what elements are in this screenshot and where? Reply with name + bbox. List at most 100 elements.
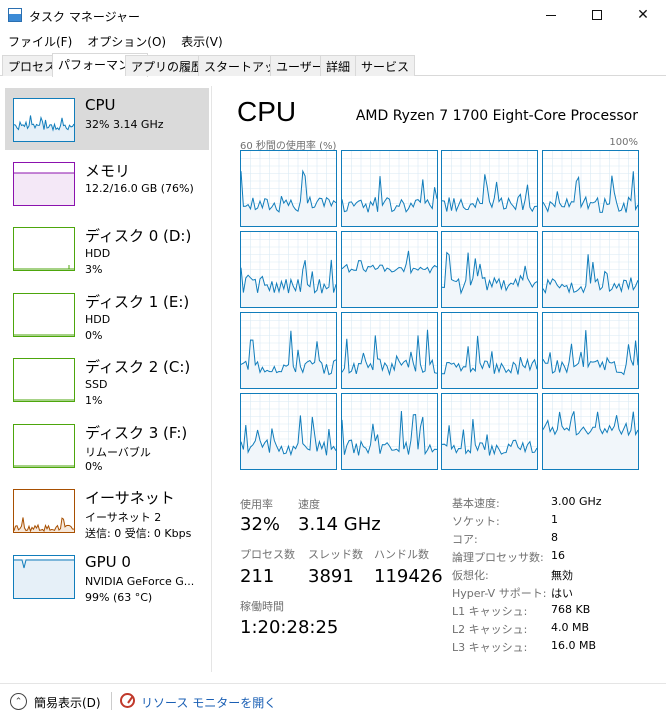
menu-bar: ファイル(F) オプション(O) 表示(V) bbox=[0, 30, 230, 52]
uptime-label: 稼働時間 bbox=[240, 600, 284, 613]
sidebar-item-value: 0% bbox=[85, 329, 103, 342]
spec-virtualization-value: 無効 bbox=[551, 569, 573, 582]
graph-max-label: 100% bbox=[609, 137, 638, 148]
processes-value: 211 bbox=[240, 566, 275, 587]
sidebar-item-title: ディスク 3 (F:) bbox=[85, 424, 188, 442]
maximize-button[interactable] bbox=[574, 0, 620, 30]
logical-processor-graph bbox=[240, 393, 337, 470]
spec-hyperv-value: はい bbox=[551, 587, 573, 600]
sidebar-item-memory[interactable]: メモリ 12.2/16.0 GB (76%) bbox=[5, 152, 209, 214]
fewer-details-button[interactable]: 簡易表示(D) bbox=[34, 694, 101, 711]
sidebar-item-title: ディスク 1 (E:) bbox=[85, 293, 190, 311]
sidebar-item-value: 3% bbox=[85, 263, 103, 276]
title-bar[interactable]: タスク マネージャー ✕ bbox=[0, 0, 666, 30]
chevron-up-icon[interactable]: ⌃ bbox=[10, 693, 27, 710]
sidebar-item-title: ディスク 0 (D:) bbox=[85, 227, 192, 245]
disk-thumbnail-graph bbox=[13, 424, 75, 468]
sidebar-item-title: CPU bbox=[85, 96, 116, 114]
spec-l1-cache-key: L1 キャッシュ: bbox=[452, 605, 528, 618]
handles-label: ハンドル数 bbox=[374, 548, 429, 561]
logical-processor-graph bbox=[541, 393, 639, 470]
sidebar-item-disk-0[interactable]: ディスク 0 (D:) HDD 3% bbox=[5, 217, 209, 279]
sidebar-item-title: GPU 0 bbox=[85, 553, 131, 571]
tab-app-history[interactable]: アプリの履歴 bbox=[125, 55, 210, 76]
logical-processor-graph bbox=[541, 150, 639, 227]
logical-processor-graph bbox=[441, 231, 538, 308]
tab-services[interactable]: サービス bbox=[355, 55, 416, 76]
disk-thumbnail-graph bbox=[13, 358, 75, 402]
memory-thumbnail-graph bbox=[13, 162, 75, 206]
usage-value: 32% bbox=[240, 514, 281, 535]
sidebar-item-gpu[interactable]: GPU 0 NVIDIA GeForce G... 99% (63 °C) bbox=[5, 545, 209, 607]
close-button[interactable]: ✕ bbox=[620, 0, 666, 30]
spec-l3-cache-key: L3 キャッシュ: bbox=[452, 641, 528, 654]
spec-cores-key: コア: bbox=[452, 533, 478, 546]
spec-sockets-value: 1 bbox=[551, 513, 558, 526]
sidebar-item-subtitle: HDD bbox=[85, 247, 111, 260]
disk-thumbnail-graph bbox=[13, 227, 75, 271]
sidebar-item-title: イーサネット bbox=[85, 489, 175, 507]
usage-label: 使用率 bbox=[240, 498, 273, 511]
open-resource-monitor-link[interactable]: リソース モニターを開く bbox=[141, 694, 276, 711]
spec-base-speed-value: 3.00 GHz bbox=[551, 495, 602, 508]
processes-label: プロセス数 bbox=[240, 548, 295, 561]
sidebar-item-value: 送信: 0 受信: 0 Kbps bbox=[85, 527, 192, 540]
disk-thumbnail-graph bbox=[13, 293, 75, 337]
sidebar-item-disk-3[interactable]: ディスク 3 (F:) リムーバブル 0% bbox=[5, 414, 209, 476]
spec-logical-processors-key: 論理プロセッサ数: bbox=[452, 551, 544, 564]
logical-processor-graph bbox=[340, 150, 438, 227]
footer-separator bbox=[111, 692, 112, 710]
speed-value: 3.14 GHz bbox=[298, 514, 381, 535]
cpu-model-name: AMD Ryzen 7 1700 Eight-Core Processor bbox=[355, 108, 638, 124]
sidebar-item-cpu[interactable]: CPU 32% 3.14 GHz bbox=[5, 88, 209, 150]
minimize-button[interactable] bbox=[528, 0, 574, 30]
resource-sidebar: CPU 32% 3.14 GHz メモリ 12.2/16.0 GB (76%) … bbox=[0, 86, 212, 672]
sidebar-item-value: 0% bbox=[85, 460, 103, 473]
minimize-icon bbox=[546, 14, 556, 16]
sidebar-item-subtitle: NVIDIA GeForce G... bbox=[85, 575, 195, 588]
ethernet-thumbnail-graph bbox=[13, 489, 75, 533]
sidebar-item-value: 99% (63 °C) bbox=[85, 591, 153, 604]
close-icon: ✕ bbox=[637, 7, 649, 23]
logical-processor-graph bbox=[441, 312, 538, 389]
maximize-icon bbox=[592, 10, 602, 20]
uptime-value: 1:20:28:25 bbox=[240, 617, 339, 638]
sidebar-item-subtitle: 12.2/16.0 GB (76%) bbox=[85, 182, 194, 195]
spec-l1-cache-value: 768 KB bbox=[551, 603, 591, 616]
logical-processor-graph bbox=[340, 312, 438, 389]
menu-file[interactable]: ファイル(F) bbox=[0, 30, 79, 52]
logical-processor-graph bbox=[541, 312, 639, 389]
logical-processor-graph bbox=[340, 231, 438, 308]
logical-processor-graphs[interactable] bbox=[240, 150, 639, 472]
window-title: タスク マネージャー bbox=[29, 10, 140, 24]
spec-l2-cache-key: L2 キャッシュ: bbox=[452, 623, 528, 636]
sidebar-item-value: 1% bbox=[85, 394, 103, 407]
tab-bar: プロセス パフォーマンス アプリの履歴 スタートアップ ユーザー 詳細 サービス bbox=[0, 53, 666, 77]
logical-processor-graph bbox=[240, 312, 337, 389]
cpu-thumbnail-graph bbox=[13, 98, 75, 142]
logical-processor-graph bbox=[240, 231, 337, 308]
sidebar-item-title: ディスク 2 (C:) bbox=[85, 358, 191, 376]
footer-bar: ⌃ 簡易表示(D) リソース モニターを開く bbox=[0, 683, 666, 725]
sidebar-item-disk-1[interactable]: ディスク 1 (E:) HDD 0% bbox=[5, 283, 209, 345]
sidebar-item-disk-2[interactable]: ディスク 2 (C:) SSD 1% bbox=[5, 348, 209, 410]
spec-l3-cache-value: 16.0 MB bbox=[551, 639, 597, 652]
spec-logical-processors-value: 16 bbox=[551, 549, 565, 562]
sidebar-item-subtitle: HDD bbox=[85, 313, 111, 326]
menu-options[interactable]: オプション(O) bbox=[79, 30, 173, 52]
tab-details[interactable]: 詳細 bbox=[320, 55, 357, 76]
spec-hyperv-key: Hyper-V サポート: bbox=[452, 587, 547, 600]
spec-virtualization-key: 仮想化: bbox=[452, 569, 489, 582]
menu-view[interactable]: 表示(V) bbox=[173, 30, 230, 52]
sidebar-item-ethernet[interactable]: イーサネット イーサネット 2 送信: 0 受信: 0 Kbps bbox=[5, 479, 209, 541]
sidebar-item-subtitle: 32% 3.14 GHz bbox=[85, 118, 164, 131]
sidebar-item-subtitle: SSD bbox=[85, 378, 108, 391]
page-title: CPU bbox=[237, 96, 297, 127]
gpu-thumbnail-graph bbox=[13, 555, 75, 599]
spec-base-speed-key: 基本速度: bbox=[452, 497, 500, 510]
sidebar-item-subtitle: イーサネット 2 bbox=[85, 511, 162, 524]
spec-sockets-key: ソケット: bbox=[452, 515, 500, 528]
task-manager-icon bbox=[8, 8, 22, 22]
spec-cores-value: 8 bbox=[551, 531, 558, 544]
logical-processor-graph bbox=[441, 393, 538, 470]
